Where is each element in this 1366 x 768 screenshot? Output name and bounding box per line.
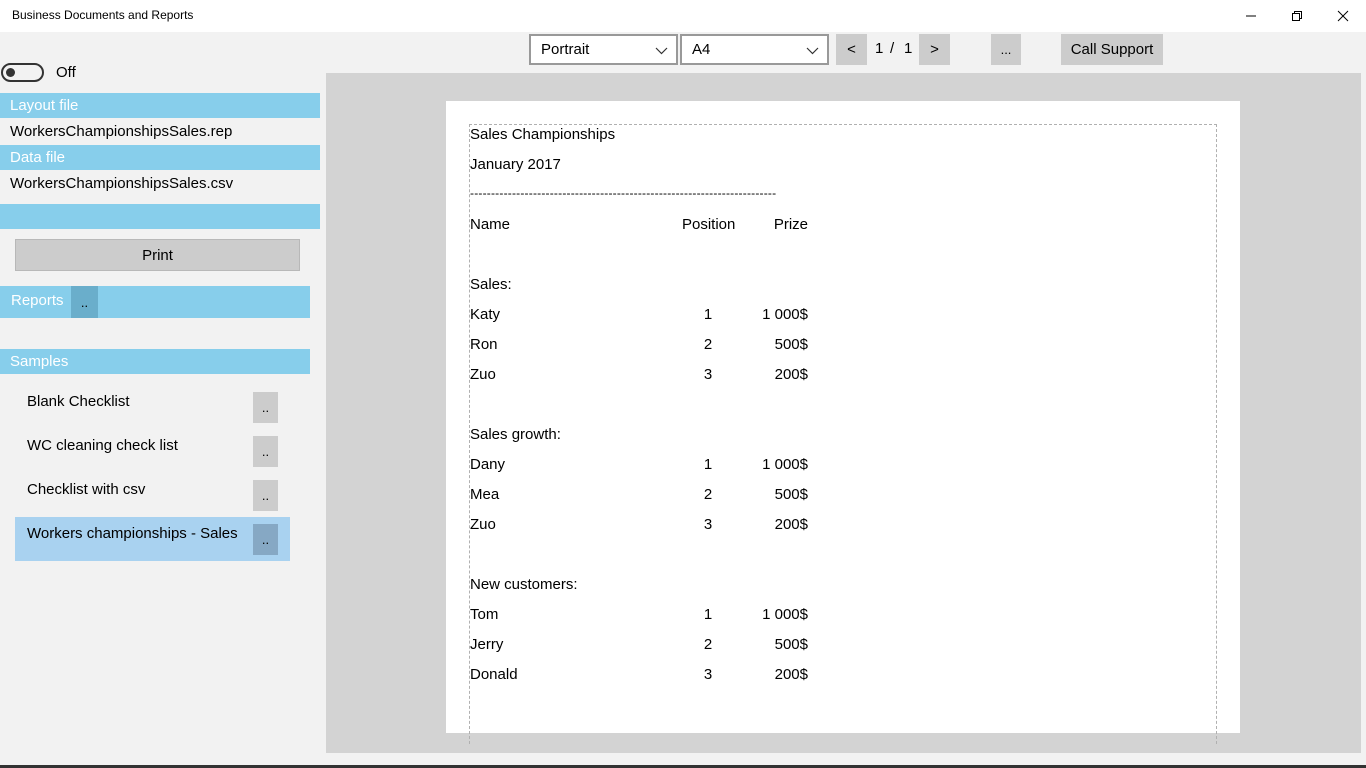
row-position: 1 xyxy=(703,456,713,473)
data-file-value: WorkersChampionshipsSales.csv xyxy=(10,175,234,192)
row-name: Zuo xyxy=(470,366,496,383)
window-title: Business Documents and Reports xyxy=(12,8,194,22)
row-name: Donald xyxy=(470,666,518,683)
section-title: Sales growth: xyxy=(470,426,561,443)
row-name: Katy xyxy=(470,306,501,323)
layout-file-value: WorkersChampionshipsSales.rep xyxy=(10,123,233,140)
toggle-switch[interactable] xyxy=(1,63,44,82)
chevron-down-icon xyxy=(655,47,668,55)
layout-file-header: Layout file xyxy=(0,93,320,118)
sample-label: Workers championships - Sales xyxy=(27,525,238,542)
chevron-down-icon xyxy=(806,47,819,55)
data-file-header: Data file xyxy=(0,145,320,170)
prev-page-button[interactable]: < xyxy=(836,34,867,65)
sample-item-checklist-csv[interactable]: Checklist with csv .. xyxy=(15,473,290,517)
paper-size-value: A4 xyxy=(692,41,711,58)
row-prize: 500$ xyxy=(774,486,808,503)
close-button[interactable] xyxy=(1320,0,1366,32)
header-name: Name xyxy=(470,216,511,233)
orientation-select[interactable]: Portrait xyxy=(529,34,678,65)
row-prize: 1 000$ xyxy=(762,306,808,323)
reports-more-button[interactable]: .. xyxy=(71,286,98,318)
row-position: 2 xyxy=(703,336,713,353)
page-separator: / xyxy=(890,40,895,57)
header-position: Position xyxy=(682,216,736,233)
row-position: 2 xyxy=(703,486,713,503)
sample-label: Checklist with csv xyxy=(27,481,146,498)
row-name: Zuo xyxy=(470,516,496,533)
page-current: 1 xyxy=(875,40,884,57)
left-panel: Off Layout file WorkersChampionshipsSale… xyxy=(0,32,326,765)
orientation-value: Portrait xyxy=(541,41,590,58)
paper-size-select[interactable]: A4 xyxy=(680,34,829,65)
row-name: Tom xyxy=(470,606,499,623)
row-prize: 200$ xyxy=(774,666,808,683)
more-options-button[interactable]: ... xyxy=(991,34,1021,65)
sample-label: WC cleaning check list xyxy=(27,437,178,454)
sample-more-button[interactable]: .. xyxy=(253,392,278,423)
sample-item-blank-checklist[interactable]: Blank Checklist .. xyxy=(15,385,290,429)
row-prize: 1 000$ xyxy=(762,456,808,473)
empty-band xyxy=(0,204,320,229)
row-position: 3 xyxy=(703,366,713,383)
section-title: New customers: xyxy=(470,576,578,593)
row-name: Mea xyxy=(470,486,500,503)
preview-area[interactable]: Sales Championships January 2017 -------… xyxy=(326,73,1361,753)
row-prize: 500$ xyxy=(774,336,808,353)
reports-header: Reports .. xyxy=(0,286,310,318)
row-position: 3 xyxy=(703,516,713,533)
header-prize: Prize xyxy=(773,216,808,233)
title-bar: Business Documents and Reports xyxy=(0,0,1366,32)
sample-more-button[interactable]: .. xyxy=(253,524,278,555)
report-page: Sales Championships January 2017 -------… xyxy=(446,101,1240,744)
close-icon xyxy=(1337,10,1349,22)
sample-more-button[interactable]: .. xyxy=(253,480,278,511)
sample-more-button[interactable]: .. xyxy=(253,436,278,467)
report-title: Sales Championships xyxy=(470,126,616,143)
sample-item-wc-cleaning[interactable]: WC cleaning check list .. xyxy=(15,429,290,473)
toggle-label: Off xyxy=(56,64,76,81)
row-position: 1 xyxy=(703,606,713,623)
sample-item-workers-championships[interactable]: Workers championships - Sales .. xyxy=(15,517,290,561)
row-name: Dany xyxy=(470,456,506,473)
minimize-icon xyxy=(1246,15,1256,17)
restore-button[interactable] xyxy=(1274,0,1320,32)
page-total: 1 xyxy=(904,40,913,57)
toggle-knob xyxy=(6,68,15,77)
sample-label: Blank Checklist xyxy=(27,393,130,410)
print-button[interactable]: Print xyxy=(15,239,300,271)
call-support-button[interactable]: Call Support xyxy=(1061,34,1163,65)
report-divider: ----------------------------------------… xyxy=(470,186,777,200)
reports-label: Reports xyxy=(11,292,64,309)
row-prize: 1 000$ xyxy=(762,606,808,623)
next-page-button[interactable]: > xyxy=(919,34,950,65)
row-name: Jerry xyxy=(470,636,504,653)
row-prize: 500$ xyxy=(774,636,808,653)
row-name: Ron xyxy=(470,336,498,353)
section-title: Sales: xyxy=(470,276,512,293)
restore-icon xyxy=(1292,11,1302,21)
row-position: 1 xyxy=(703,306,713,323)
row-prize: 200$ xyxy=(774,516,808,533)
row-position: 2 xyxy=(703,636,713,653)
samples-header: Samples xyxy=(0,349,310,374)
row-position: 3 xyxy=(703,666,713,683)
row-prize: 200$ xyxy=(774,366,808,383)
minimize-button[interactable] xyxy=(1228,0,1274,32)
report-date: January 2017 xyxy=(470,156,561,173)
page-margin-frame xyxy=(469,124,1217,744)
